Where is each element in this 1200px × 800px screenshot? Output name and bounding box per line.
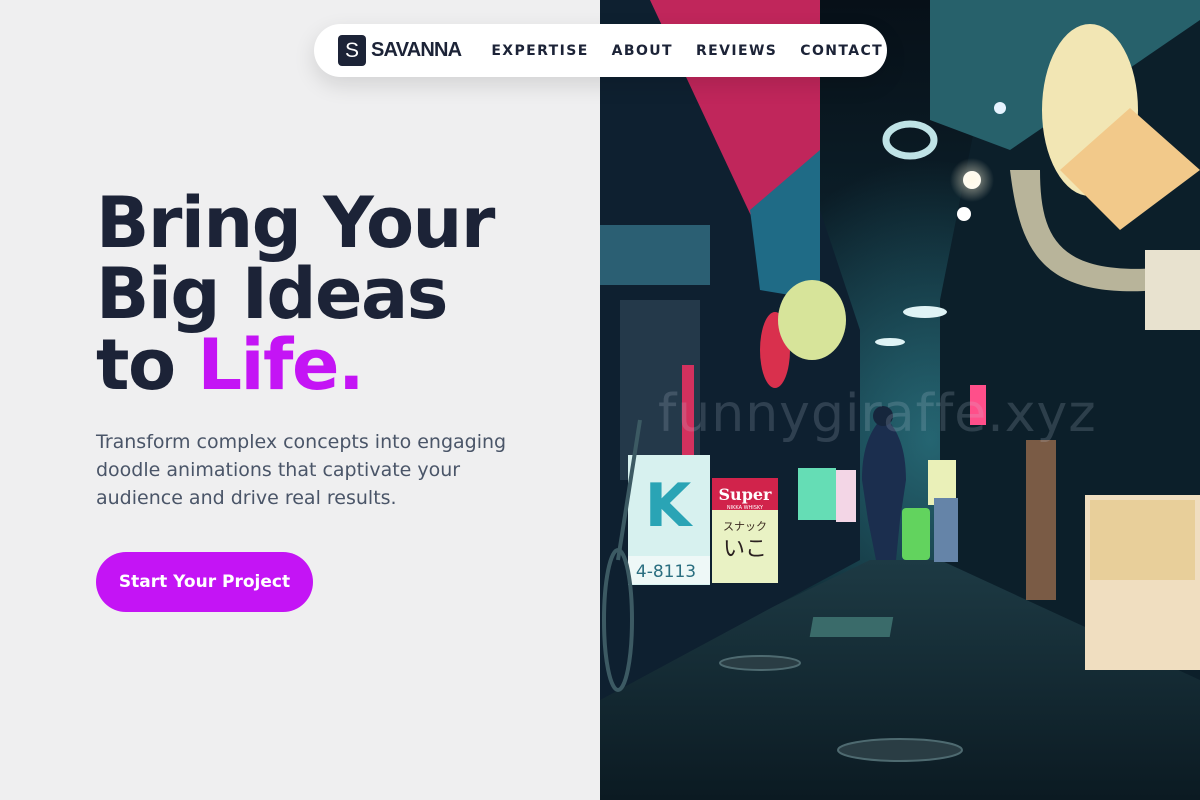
hero-photo: K 4-8113 Super NIKKA WHISKY スナック いこ funn… [600, 0, 1200, 800]
far-lamp-2 [875, 338, 905, 346]
nav-link-contact[interactable]: CONTACT [800, 43, 883, 59]
hero-subtext: Transform complex concepts into engaging… [96, 431, 507, 509]
nav-links: EXPERTISE ABOUT REVIEWS CONTACT [491, 43, 906, 59]
nav-link-expertise[interactable]: EXPERTISE [491, 43, 588, 59]
nav-link-reviews[interactable]: REVIEWS [696, 43, 777, 59]
start-project-button[interactable]: Start Your Project [96, 552, 313, 612]
headline-accent-word: Life. [197, 324, 364, 406]
k-sign-phone: 4-8113 [636, 562, 696, 582]
nav-link-about[interactable]: ABOUT [612, 43, 673, 59]
manhole-cover-small [719, 655, 801, 671]
menu-board-inner [1090, 500, 1195, 580]
watermark-text: funnygiraffe.xyz [658, 384, 1097, 444]
right-wall-panel [1145, 250, 1200, 330]
super-sign-text: Super [719, 485, 773, 504]
k-sign-letter: K [645, 471, 694, 541]
overhead-lamp-2 [957, 207, 971, 221]
green-suitcase [902, 508, 930, 560]
drain-grate [809, 617, 894, 637]
overhead-lamp-3 [994, 102, 1006, 114]
manhole-cover [837, 738, 963, 762]
headline-line-3-prefix: to [96, 324, 198, 406]
logo-mark-icon: S [338, 35, 366, 66]
super-sign-subtext: NIKKA WHISKY [727, 505, 764, 511]
yellow-lantern [778, 280, 846, 360]
wooden-board [1026, 440, 1056, 600]
top-navbar: S SAVANNA EXPERTISE ABOUT REVIEWS CONTAC… [314, 24, 887, 77]
logo-text: SAVANNA [371, 39, 462, 61]
blue-crate [934, 498, 958, 562]
headline-line-2: Big Ideas [96, 253, 448, 335]
hero-left-panel: Bring Your Big Ideas to Life. Transform … [0, 0, 600, 800]
green-sign [798, 468, 836, 520]
super-sign-line1: スナック [723, 520, 767, 533]
headline-line-3: to Life. [96, 330, 576, 401]
left-ac-unit [600, 225, 710, 285]
far-lamp-1 [903, 306, 947, 318]
super-sign-line2: いこ [723, 537, 767, 562]
headline-line-1: Bring Your [96, 182, 495, 264]
hero-headline: Bring Your Big Ideas to Life. [96, 188, 576, 401]
pink-sign [836, 470, 856, 522]
lamp-glow [950, 158, 994, 202]
logo-link[interactable]: S SAVANNA [338, 35, 462, 66]
